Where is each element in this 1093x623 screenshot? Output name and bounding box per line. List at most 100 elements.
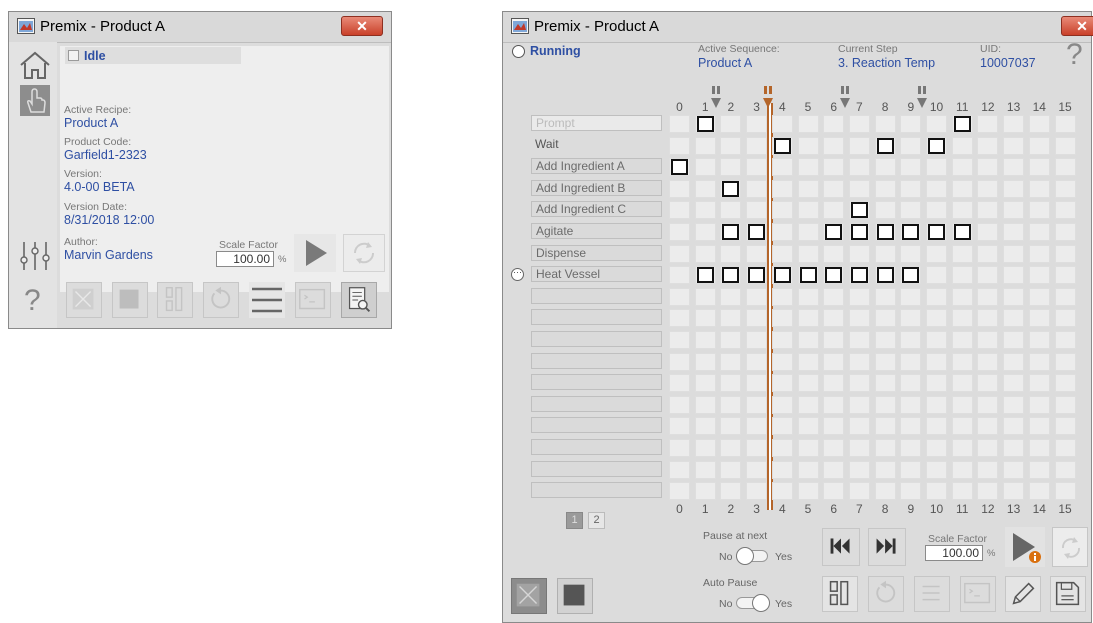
step-mark[interactable] (696, 267, 714, 284)
grid-cell[interactable] (874, 309, 896, 328)
grid-cell[interactable] (951, 158, 973, 177)
grid-cell[interactable] (900, 136, 922, 155)
step-mark[interactable] (748, 224, 766, 240)
grid-cell[interactable] (771, 158, 793, 177)
grid-cell[interactable] (1003, 201, 1025, 220)
page-button[interactable]: 2 (588, 512, 605, 529)
grid-cell[interactable] (1028, 482, 1050, 501)
grid-cell[interactable] (771, 460, 793, 479)
save-button[interactable] (1050, 576, 1086, 612)
grid-cell[interactable] (977, 115, 999, 133)
grid-cell[interactable] (720, 417, 742, 436)
grid-cell[interactable] (823, 201, 845, 220)
step-mark[interactable] (671, 159, 688, 176)
reset-button[interactable] (203, 282, 239, 318)
grid-cell[interactable] (823, 287, 845, 306)
grid-cell[interactable] (823, 395, 845, 414)
step-row[interactable]: Dispense (531, 244, 662, 261)
grid-cell[interactable] (669, 309, 690, 328)
grid-cell[interactable] (951, 136, 973, 155)
breakpoint-marker[interactable] (839, 86, 851, 110)
grid-cell[interactable] (951, 309, 973, 328)
menu-button[interactable] (914, 576, 950, 612)
restart-button[interactable] (1052, 527, 1088, 567)
grid-cell[interactable] (797, 136, 819, 155)
grid-cell[interactable] (1028, 417, 1050, 436)
grid-cell[interactable] (848, 374, 870, 393)
grid-cell[interactable] (1028, 352, 1050, 371)
grid-cell[interactable] (1054, 309, 1076, 328)
grid-cell[interactable] (746, 158, 768, 177)
grid-cell[interactable] (926, 158, 947, 177)
grid-cell[interactable] (926, 179, 947, 198)
grid-cell[interactable] (951, 287, 973, 306)
grid-cell[interactable] (771, 287, 793, 306)
sliders-icon[interactable] (18, 240, 52, 272)
grid-cell[interactable] (1028, 287, 1050, 306)
grid-cell[interactable] (951, 179, 973, 198)
grid-cell[interactable] (951, 352, 973, 371)
step-row[interactable]: Wait (531, 137, 662, 153)
abort-button[interactable] (511, 578, 547, 614)
grid-cell[interactable] (848, 460, 870, 479)
grid-cell[interactable] (720, 287, 742, 306)
step-mark[interactable] (722, 224, 740, 240)
grid-cell[interactable] (1054, 439, 1076, 457)
grid-cell[interactable] (926, 460, 947, 479)
grid-cell[interactable] (669, 374, 690, 393)
step-mark[interactable] (850, 267, 868, 284)
close-button[interactable]: ✕ (341, 16, 383, 36)
step-row[interactable] (531, 439, 662, 455)
grid-cell[interactable] (1003, 309, 1025, 328)
step-mark[interactable] (825, 267, 843, 284)
grid-cell[interactable] (1028, 136, 1050, 155)
step-row[interactable] (531, 374, 662, 391)
grid-cell[interactable] (694, 136, 716, 155)
grid-cell[interactable] (694, 201, 716, 220)
grid-cell[interactable] (848, 439, 870, 457)
grid-cell[interactable] (1003, 439, 1025, 457)
grid-cell[interactable] (1054, 287, 1076, 306)
step-row[interactable] (531, 309, 662, 326)
step-mark[interactable] (799, 267, 817, 284)
grid-cell[interactable] (874, 439, 896, 457)
grid-cell[interactable] (720, 244, 742, 263)
grid-cell[interactable] (771, 309, 793, 328)
grid-cell[interactable] (874, 244, 896, 263)
grid-cell[interactable] (823, 417, 845, 436)
grid-cell[interactable] (1003, 179, 1025, 198)
grid-cell[interactable] (797, 482, 819, 501)
grid-cell[interactable] (900, 439, 922, 457)
grid-cell[interactable] (746, 331, 768, 349)
grid-cell[interactable] (694, 395, 716, 414)
restart-button[interactable] (343, 234, 385, 272)
grid-cell[interactable] (848, 395, 870, 414)
grid-cell[interactable] (746, 287, 768, 306)
grid-cell[interactable] (900, 115, 922, 133)
step-mark[interactable] (928, 137, 945, 154)
grid-cell[interactable] (1028, 158, 1050, 177)
grid-cell[interactable] (848, 482, 870, 501)
grid-cell[interactable] (977, 374, 999, 393)
grid-cell[interactable] (771, 201, 793, 220)
grid-cell[interactable] (848, 417, 870, 436)
grid-cell[interactable] (1028, 201, 1050, 220)
grid-cell[interactable] (874, 460, 896, 479)
breakpoint-marker[interactable] (762, 86, 774, 110)
pause-at-next-toggle[interactable] (736, 547, 768, 565)
grid-cell[interactable] (1003, 374, 1025, 393)
grid-cell[interactable] (848, 287, 870, 306)
step-row[interactable] (531, 460, 662, 477)
grid-cell[interactable] (874, 331, 896, 349)
grid-cell[interactable] (720, 439, 742, 457)
grid-cell[interactable] (977, 244, 999, 263)
grid-cell[interactable] (746, 136, 768, 155)
grid-cell[interactable] (1054, 158, 1076, 177)
grid-cell[interactable] (669, 417, 690, 436)
step-mark[interactable] (722, 180, 740, 197)
grid-cell[interactable] (1054, 244, 1076, 263)
grid-cell[interactable] (926, 417, 947, 436)
grid-cell[interactable] (926, 374, 947, 393)
grid-cell[interactable] (797, 309, 819, 328)
grid-cell[interactable] (874, 395, 896, 414)
